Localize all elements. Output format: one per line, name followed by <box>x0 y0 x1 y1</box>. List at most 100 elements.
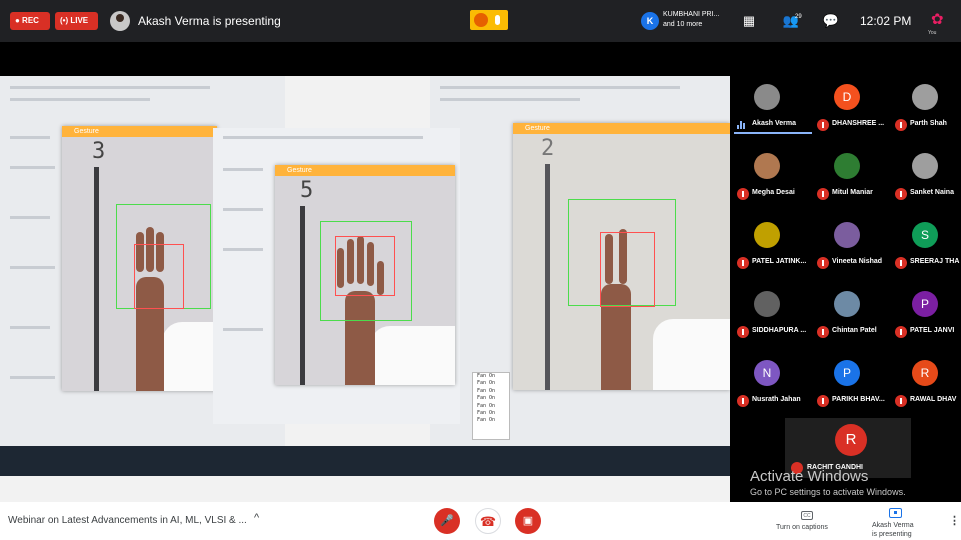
participant-tile[interactable]: Parth Shah <box>888 76 961 134</box>
activation-watermark-title: Activate Windows <box>750 468 869 485</box>
muted-mic-icon <box>895 257 907 269</box>
participant-avatar: R <box>912 360 938 386</box>
muted-mic-icon <box>817 119 829 131</box>
participant-avatar <box>834 153 860 179</box>
participant-tile[interactable]: PATEL JATINK... <box>730 214 810 272</box>
window-title: Gesture <box>513 123 730 134</box>
people-icon[interactable]: 👥 29 <box>782 12 802 30</box>
hand-box <box>600 232 655 307</box>
microphone-icon <box>495 15 500 25</box>
muted-mic-icon <box>737 188 749 200</box>
participant-tile[interactable]: D DHANSHREE ... <box>810 76 890 134</box>
participant-name: Chintan Patel <box>832 327 877 334</box>
hand-box <box>335 236 395 296</box>
participant-tile[interactable]: Megha Desai <box>730 145 810 203</box>
window-title: Gesture <box>62 126 217 137</box>
gesture-window-1[interactable]: Gesture 3 <box>62 126 217 391</box>
participant-name: Megha Desai <box>752 189 795 196</box>
participant-avatar <box>834 291 860 317</box>
recording-badge: ● REC <box>10 12 50 30</box>
lotus-icon: ✿ <box>931 11 944 28</box>
shared-screen: Gesture 3 Gesture 5 Gesture 2 Fan On Fan… <box>0 76 730 502</box>
muted-mic-icon <box>737 326 749 338</box>
participant-tile[interactable]: N Nusrath Jahan <box>730 352 810 410</box>
participant-avatar: S <box>912 222 938 248</box>
meeting-details-caret[interactable]: ^ <box>254 512 259 524</box>
muted-mic-icon <box>737 257 749 269</box>
participant-tile[interactable]: Akash Verma <box>730 76 812 134</box>
mic-off-button[interactable]: 🎤 <box>434 508 460 534</box>
muted-mic-icon <box>895 119 907 131</box>
layout-icon[interactable]: ▦ <box>740 12 758 30</box>
clock: 12:02 PM <box>860 14 912 28</box>
participant-tile[interactable]: P PATEL JANVI <box>888 283 961 341</box>
participant-tile[interactable]: SIDDHAPURA ... <box>730 283 810 341</box>
log-line: Fan On <box>477 410 496 417</box>
windows-taskbar <box>0 446 730 476</box>
captions-button[interactable]: Turn on captions <box>776 524 828 531</box>
muted-mic-icon <box>817 188 829 200</box>
muted-mic-icon <box>895 326 907 338</box>
participant-name: Akash Verma <box>752 120 796 127</box>
muted-mic-icon <box>737 395 749 407</box>
camera-off-button[interactable]: ▣ <box>515 508 541 534</box>
log-line: Fan On <box>477 380 496 387</box>
presenter-avatar <box>110 11 130 31</box>
participant-tile[interactable]: S SREERAJ THA <box>888 214 961 272</box>
gesture-digit: 3 <box>92 139 106 164</box>
meeting-title: Webinar on Latest Advancements in AI, ML… <box>8 515 247 526</box>
gesture-digit: 5 <box>300 178 314 203</box>
end-call-button[interactable]: ☎ <box>475 508 501 534</box>
self-avatar[interactable]: ✿ You <box>928 8 954 36</box>
participant-avatar: D <box>834 84 860 110</box>
participant-name: Vineeta Nishad <box>832 258 883 265</box>
participant-tile[interactable]: Vineeta Nishad <box>810 214 890 272</box>
muted-mic-icon <box>817 257 829 269</box>
participant-tile[interactable]: P PARIKH BHAV... <box>810 352 890 410</box>
muted-mic-icon <box>817 395 829 407</box>
participant-avatar: N <box>754 360 780 386</box>
participant-tile[interactable]: Sanket Naina <box>888 145 961 203</box>
participant-avatar <box>754 84 780 110</box>
participant-name: DHANSHREE ... <box>832 120 885 127</box>
camera-feed: 2 <box>513 134 730 390</box>
participant-avatar <box>754 153 780 179</box>
live-badge: (•) LIVE <box>55 12 98 30</box>
participant-name: SIDDHAPURA ... <box>752 327 807 334</box>
participant-name: Sanket Naina <box>910 189 954 196</box>
participant-avatar <box>912 84 938 110</box>
top-bar: ● REC (•) LIVE Akash Verma is presenting… <box>0 0 961 42</box>
participant-name: PATEL JANVI <box>910 327 955 334</box>
participant-tile[interactable]: Mitul Maniar <box>810 145 890 203</box>
log-line: Fan On <box>477 395 496 402</box>
gesture-window-2[interactable]: Gesture 5 <box>275 165 455 385</box>
camera-feed: 5 <box>275 176 455 385</box>
self-label: You <box>928 30 937 36</box>
participant-avatar: P <box>834 360 860 386</box>
participant-name: PATEL JATINK... <box>752 258 807 265</box>
muted-mic-icon <box>817 326 829 338</box>
browser-tab-chip[interactable] <box>470 10 508 30</box>
more-options-icon[interactable]: ⋮ <box>949 514 960 527</box>
captions-icon[interactable]: CC <box>801 511 813 520</box>
gesture-digit: 2 <box>541 136 555 161</box>
firefox-icon <box>474 13 488 27</box>
participant-name: Nusrath Jahan <box>752 396 801 403</box>
participant-avatar <box>754 291 780 317</box>
present-icon[interactable] <box>889 508 902 518</box>
presenting-status: Akash Verma is presenting <box>138 14 281 28</box>
gesture-window-3[interactable]: Gesture 2 <box>513 123 730 390</box>
viewer-avatar: K <box>641 12 659 30</box>
camera-feed: 3 <box>62 137 217 391</box>
participant-tile[interactable]: Chintan Patel <box>810 283 890 341</box>
window-title: Gesture <box>275 165 455 176</box>
participant-name: Parth Shah <box>910 120 947 127</box>
participants-count: 29 <box>795 14 802 20</box>
viewer-chip[interactable]: K KUMBHANI PRI... and 10 more <box>638 8 726 34</box>
speaking-indicator-icon <box>737 121 747 129</box>
participant-avatar <box>754 222 780 248</box>
chat-icon[interactable]: 💬 <box>822 12 840 30</box>
participant-name: Mitul Maniar <box>832 189 873 196</box>
viewer-more: and 10 more <box>663 21 703 28</box>
participant-tile[interactable]: R RAWAL DHAV <box>888 352 961 410</box>
